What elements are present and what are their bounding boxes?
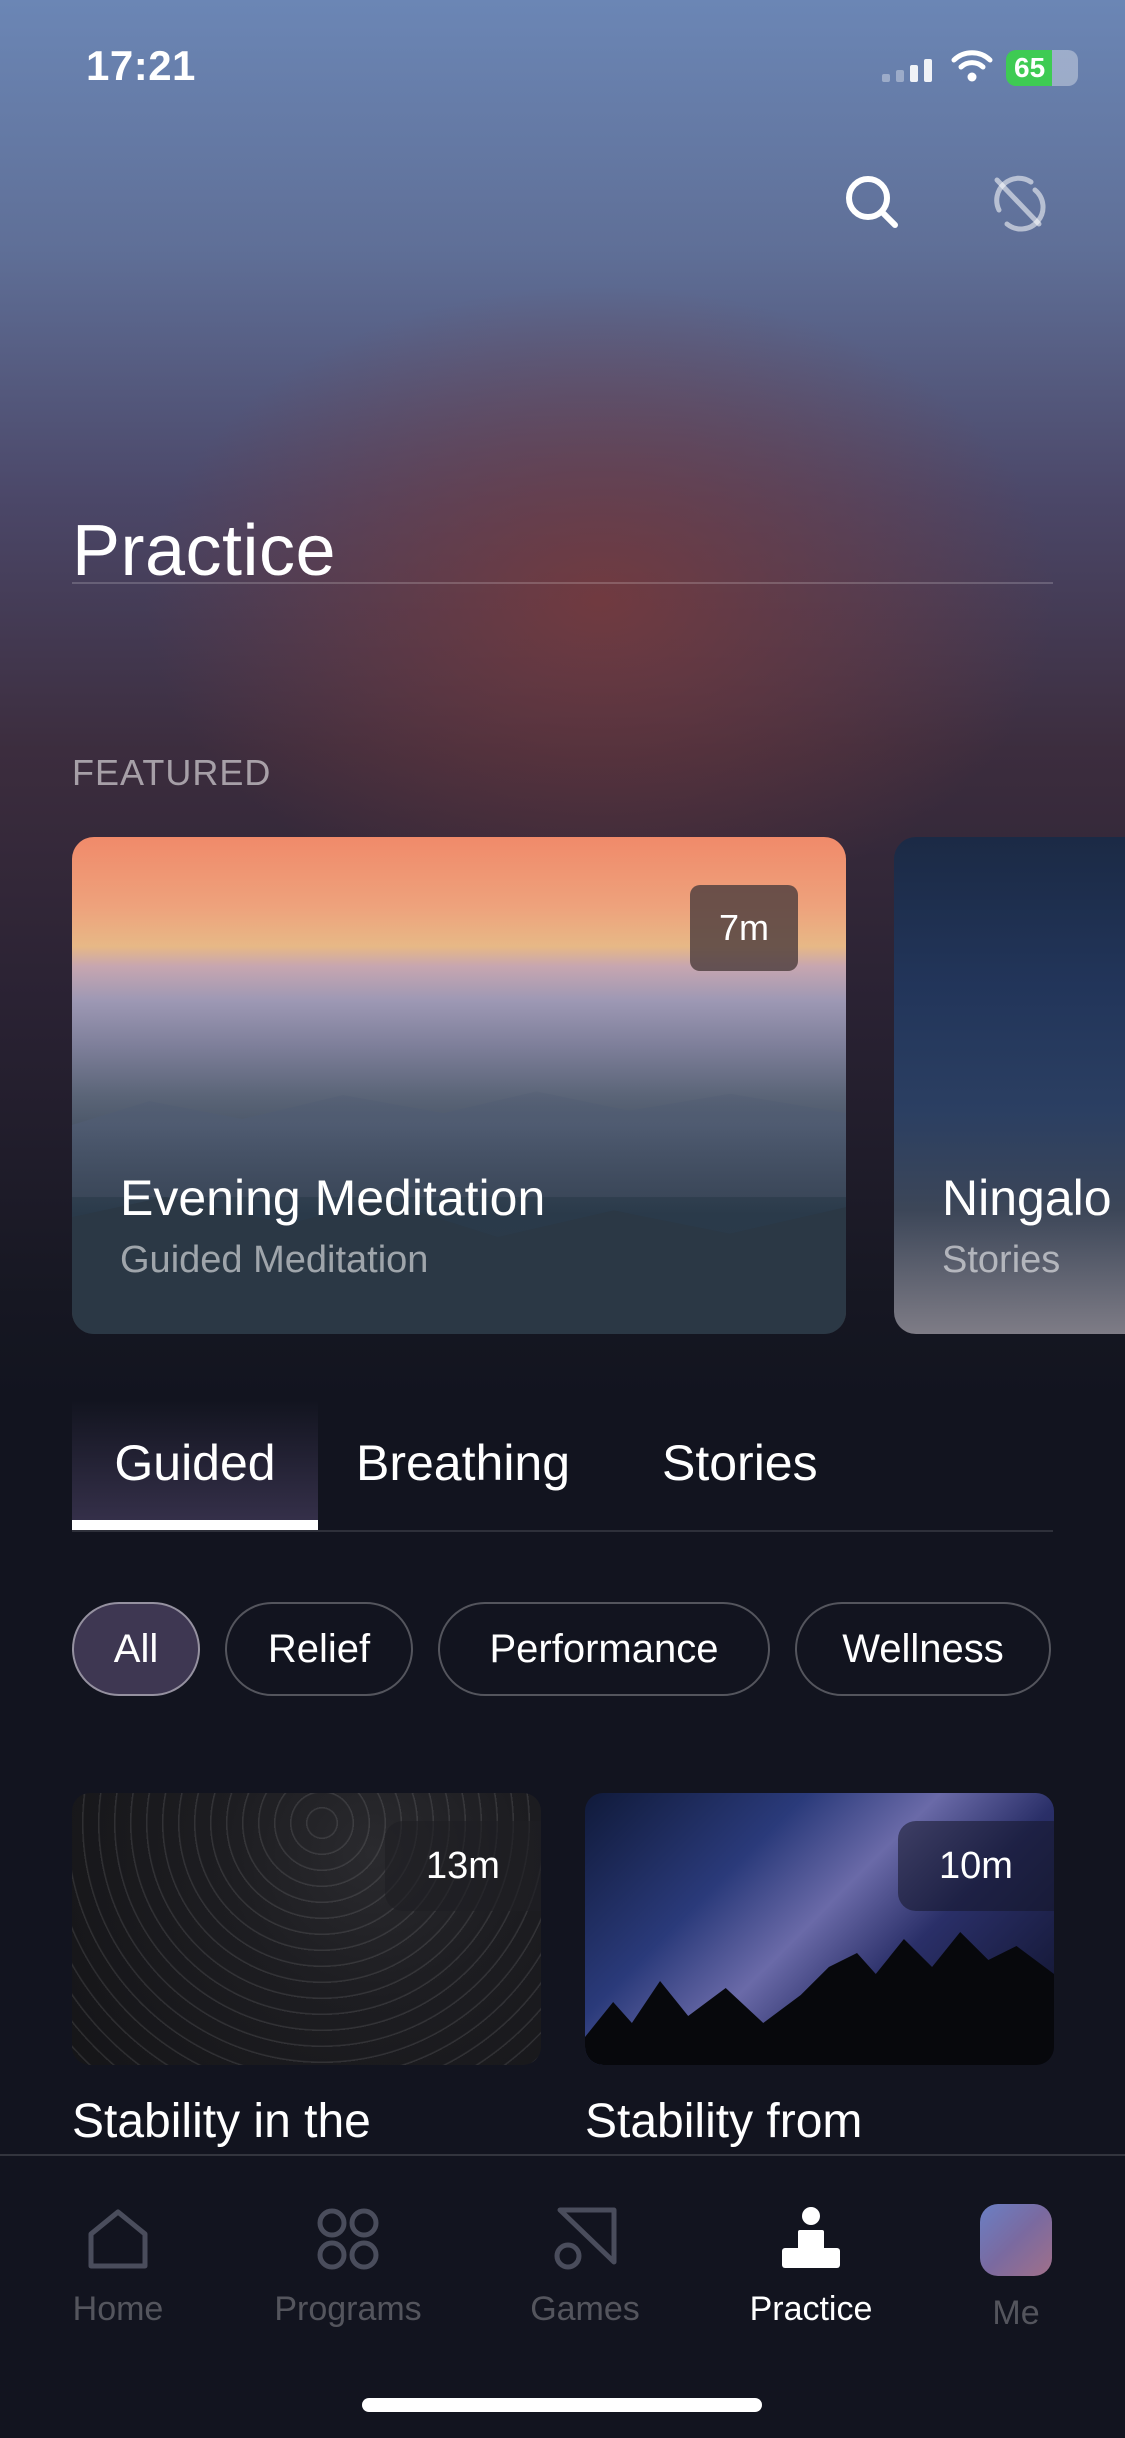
programs-icon	[317, 2208, 379, 2270]
filter-chip-wellness[interactable]: Wellness	[795, 1602, 1051, 1696]
featured-card-title: Evening Meditation	[120, 1170, 546, 1226]
status-bar: 17:21 65	[0, 0, 1125, 140]
featured-card[interactable]: Ningalo Stories	[894, 837, 1125, 1334]
nav-practice-label: Practice	[749, 2290, 873, 2328]
filter-chip-relief[interactable]: Relief	[225, 1602, 413, 1696]
page-title: Practice	[72, 511, 337, 592]
home-indicator[interactable]	[362, 2398, 762, 2412]
filter-chip-performance[interactable]: Performance	[438, 1602, 770, 1696]
tab-guided[interactable]: Guided	[72, 1400, 318, 1530]
games-icon	[554, 2207, 617, 2270]
featured-card-subtitle: Guided Meditation	[120, 1239, 429, 1281]
session-card[interactable]: 10m	[585, 1793, 1054, 2065]
battery-icon: 65	[1006, 50, 1078, 86]
filter-chip-all[interactable]: All	[72, 1602, 200, 1696]
practice-icon	[782, 2207, 840, 2268]
featured-section-label: FEATURED	[72, 752, 272, 793]
status-time: 17:21	[86, 42, 196, 89]
nav-practice[interactable]: Practice	[711, 2204, 911, 2344]
bottom-tab-bar: Home Programs Games Practice Me	[0, 2154, 1125, 2438]
duration-badge: 10m	[898, 1821, 1054, 1911]
nav-me[interactable]: Me	[916, 2204, 1116, 2344]
battery-level: 65	[1014, 52, 1046, 83]
duration-badge: 13m	[385, 1821, 541, 1911]
tab-breathing[interactable]: Breathing	[356, 1400, 570, 1526]
featured-card-subtitle: Stories	[942, 1239, 1061, 1281]
session-card-title[interactable]: Stability in the	[72, 2094, 371, 2149]
offline-icon[interactable]	[985, 170, 1049, 234]
featured-card[interactable]: 7m Evening Meditation Guided Meditation	[72, 837, 846, 1334]
duration-badge: 7m	[690, 885, 798, 971]
nav-games[interactable]: Games	[485, 2204, 685, 2344]
category-tabs: Guided Breathing Stories	[72, 1400, 1053, 1532]
tab-stories[interactable]: Stories	[662, 1400, 818, 1526]
featured-card-title: Ningalo	[942, 1170, 1112, 1226]
nav-home[interactable]: Home	[18, 2204, 218, 2344]
night-sky-image	[585, 1932, 1054, 2065]
session-card[interactable]: 13m	[72, 1793, 541, 2065]
title-divider	[72, 582, 1053, 584]
home-icon	[88, 2209, 148, 2269]
nav-home-label: Home	[72, 2290, 164, 2328]
session-card-title[interactable]: Stability from	[585, 2094, 862, 2149]
nav-games-label: Games	[530, 2290, 640, 2328]
nav-programs-label: Programs	[274, 2290, 422, 2328]
nav-me-label: Me	[992, 2294, 1040, 2332]
cellular-signal-icon	[882, 59, 932, 82]
avatar	[980, 2204, 1052, 2276]
search-icon[interactable]	[840, 170, 904, 234]
wifi-icon	[951, 50, 993, 82]
nav-programs[interactable]: Programs	[248, 2204, 448, 2344]
